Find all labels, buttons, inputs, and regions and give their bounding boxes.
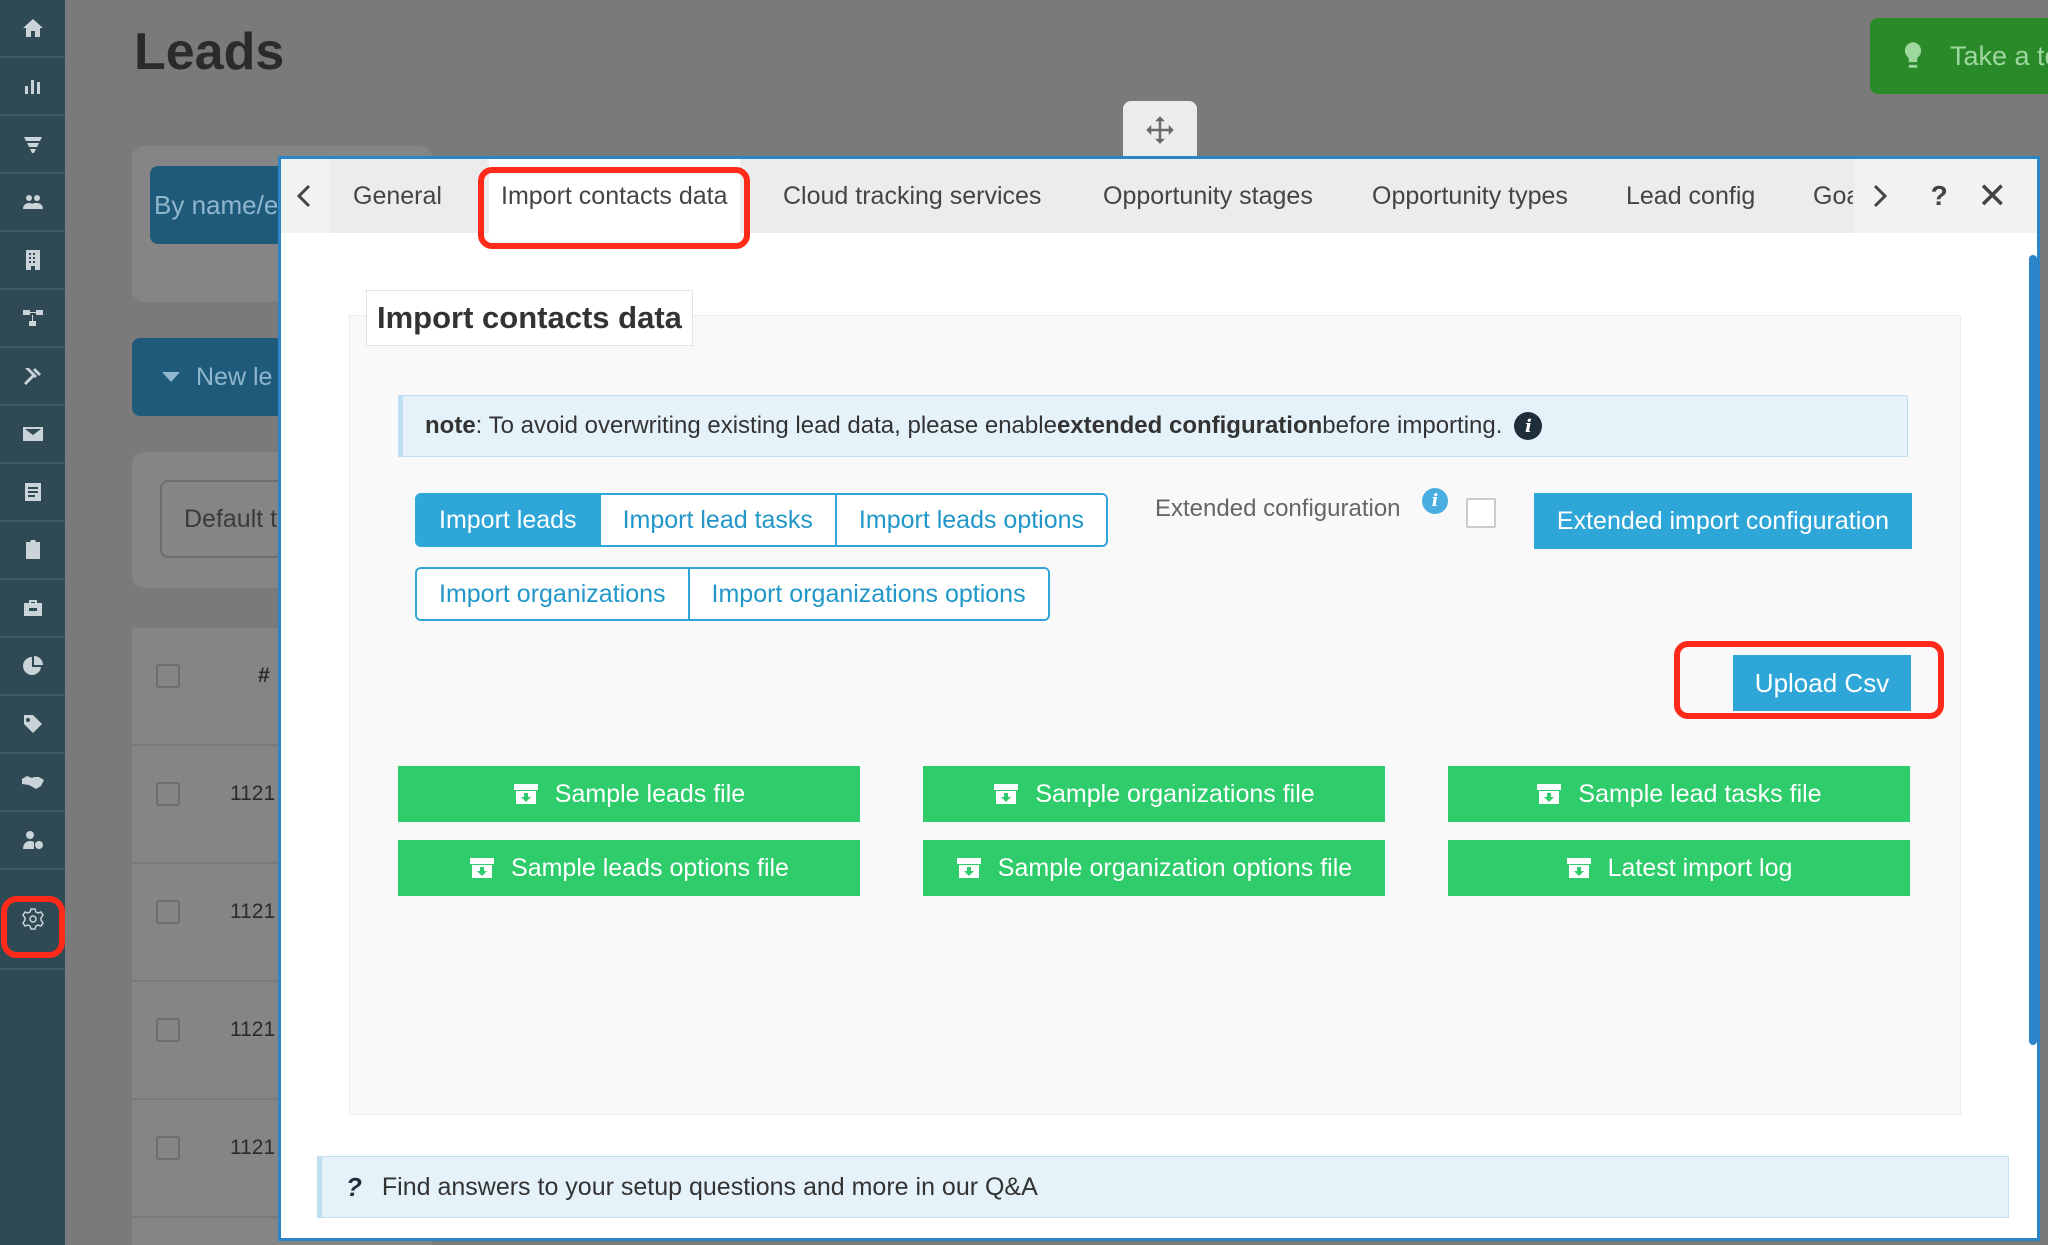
sample-organization-options-file-label: Sample organization options file bbox=[997, 853, 1353, 882]
upload-highlight bbox=[1674, 641, 1944, 719]
row-checkbox[interactable] bbox=[156, 782, 180, 806]
move-icon bbox=[1146, 116, 1174, 144]
sample-leads-file-button[interactable]: Sample leads file bbox=[398, 766, 860, 822]
tab-next-button[interactable] bbox=[1855, 159, 1903, 233]
close-icon[interactable]: ✕ bbox=[1977, 175, 2007, 217]
gear-highlight bbox=[1, 896, 65, 958]
sample-lead-tasks-file-button[interactable]: Sample lead tasks file bbox=[1448, 766, 1910, 822]
modal-move-handle[interactable] bbox=[1123, 101, 1197, 159]
note-label: note bbox=[425, 412, 476, 439]
chevron-left-icon bbox=[296, 184, 311, 208]
pie-chart-icon[interactable] bbox=[0, 638, 65, 696]
chart-icon[interactable] bbox=[0, 58, 65, 116]
lightbulb-icon bbox=[1904, 42, 1922, 68]
modal-tools: ? ✕ bbox=[1901, 159, 2037, 233]
row-checkbox[interactable] bbox=[156, 900, 180, 924]
tag-icon[interactable] bbox=[0, 696, 65, 754]
qa-help-bar[interactable]: ? Find answers to your setup questions a… bbox=[317, 1156, 2009, 1218]
help-icon[interactable]: ? bbox=[1931, 180, 1948, 212]
extended-info-icon[interactable]: i bbox=[1422, 488, 1448, 514]
flow-icon[interactable] bbox=[0, 290, 65, 348]
tab-lead-config[interactable]: Lead config bbox=[1626, 159, 1755, 233]
extended-import-configuration-button[interactable]: Extended import configuration bbox=[1534, 493, 1912, 549]
page-title: Leads bbox=[134, 23, 285, 81]
extended-configuration-checkbox[interactable] bbox=[1466, 498, 1496, 528]
note-text-2: before importing. bbox=[1322, 412, 1503, 439]
download-box-icon bbox=[1566, 858, 1591, 878]
sample-lead-tasks-file-label: Sample lead tasks file bbox=[1578, 779, 1822, 808]
row-id: 1121 bbox=[230, 782, 276, 805]
row-checkbox[interactable] bbox=[156, 1136, 180, 1160]
section-title: Import contacts data bbox=[366, 290, 693, 346]
sample-organization-options-file-button[interactable]: Sample organization options file bbox=[923, 840, 1385, 896]
info-icon[interactable]: i bbox=[1514, 412, 1543, 440]
import-organizations-options-button[interactable]: Import organizations options bbox=[689, 569, 1048, 619]
sample-organizations-file-button[interactable]: Sample organizations file bbox=[923, 766, 1385, 822]
latest-import-log-label: Latest import log bbox=[1607, 853, 1793, 882]
building-icon[interactable] bbox=[0, 232, 65, 290]
import-type-group-1: Import leads Import lead tasks Import le… bbox=[415, 493, 1109, 547]
select-all-checkbox[interactable] bbox=[156, 664, 180, 688]
funnel-icon[interactable] bbox=[0, 116, 65, 174]
home-icon[interactable] bbox=[0, 0, 65, 58]
download-box-icon bbox=[470, 858, 495, 878]
row-checkbox[interactable] bbox=[156, 1018, 180, 1042]
document-icon[interactable] bbox=[0, 464, 65, 522]
download-box-icon bbox=[513, 784, 538, 804]
handshake-icon[interactable] bbox=[0, 754, 65, 812]
sample-leads-options-file-button[interactable]: Sample leads options file bbox=[398, 840, 860, 896]
take-tour-label: Take a to bbox=[1950, 40, 2048, 71]
note-text-1: : To avoid overwriting existing lead dat… bbox=[475, 412, 1057, 439]
settings-modal: General Import contacts data Cloud track… bbox=[278, 156, 2040, 1241]
row-id: 1121 bbox=[230, 1136, 276, 1159]
download-box-icon bbox=[956, 858, 981, 878]
latest-import-log-button[interactable]: Latest import log bbox=[1448, 840, 1910, 896]
take-tour-button[interactable]: Take a to bbox=[1870, 18, 2048, 94]
import-leads-button[interactable]: Import leads bbox=[417, 495, 601, 545]
note-bold: extended configuration bbox=[1056, 412, 1323, 439]
tab-goals[interactable]: Goa bbox=[1813, 159, 1853, 233]
tab-cloud-tracking-services[interactable]: Cloud tracking services bbox=[783, 159, 1041, 233]
import-lead-tasks-button[interactable]: Import lead tasks bbox=[600, 495, 837, 545]
sidebar bbox=[0, 0, 65, 1245]
question-icon: ? bbox=[346, 1171, 362, 1202]
tab-general[interactable]: General bbox=[353, 159, 442, 233]
tab-prev-button[interactable] bbox=[281, 159, 329, 233]
sample-leads-file-label: Sample leads file bbox=[554, 779, 746, 808]
tab-opportunity-stages[interactable]: Opportunity stages bbox=[1103, 159, 1313, 233]
row-id: 1121 bbox=[230, 900, 276, 923]
qa-text: Find answers to your setup questions and… bbox=[381, 1172, 1038, 1201]
import-type-group-2: Import organizations Import organization… bbox=[415, 567, 1050, 621]
sample-leads-options-file-label: Sample leads options file bbox=[511, 853, 789, 882]
users-icon[interactable] bbox=[0, 174, 65, 232]
sample-organizations-file-label: Sample organizations file bbox=[1035, 779, 1315, 808]
mail-icon[interactable] bbox=[0, 406, 65, 464]
tools-icon[interactable] bbox=[0, 348, 65, 406]
modal-scrollbar[interactable] bbox=[2029, 255, 2037, 1045]
import-organizations-button[interactable]: Import organizations bbox=[417, 569, 690, 619]
tab-highlight bbox=[478, 167, 750, 249]
download-box-icon bbox=[994, 784, 1019, 804]
clipboard-icon[interactable] bbox=[0, 522, 65, 580]
import-leads-options-button[interactable]: Import leads options bbox=[836, 495, 1107, 545]
column-header-id: # bbox=[258, 664, 270, 687]
user-settings-icon[interactable] bbox=[0, 812, 65, 870]
import-note: note : To avoid overwriting existing lea… bbox=[398, 395, 1908, 457]
extended-configuration-label: Extended configuration bbox=[1155, 495, 1401, 522]
download-box-icon bbox=[1537, 784, 1562, 804]
briefcase-icon[interactable] bbox=[0, 580, 65, 638]
tab-opportunity-types[interactable]: Opportunity types bbox=[1372, 159, 1568, 233]
row-id: 1121 bbox=[230, 1018, 276, 1041]
chevron-right-icon bbox=[1873, 184, 1888, 208]
